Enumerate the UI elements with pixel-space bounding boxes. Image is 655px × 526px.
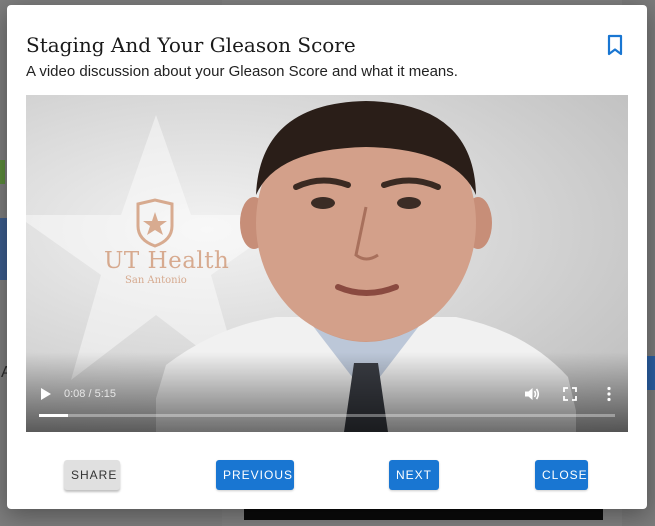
video-time: 0:08 / 5:15 (64, 388, 116, 400)
video-progress-fill (39, 414, 68, 417)
background-accent-green (0, 160, 5, 184)
video-progress-bar[interactable] (39, 414, 615, 417)
bookmark-icon[interactable] (605, 33, 625, 57)
previous-button[interactable]: PREVIOUS (216, 460, 294, 490)
video-modal: Staging And Your Gleason Score A video d… (7, 5, 647, 509)
close-button[interactable]: CLOSE (535, 460, 588, 490)
video-player[interactable]: UT Health San Antonio 0:08 / 5:15 (26, 95, 628, 432)
modal-subtitle: A video discussion about your Gleason Sc… (26, 63, 458, 80)
play-icon[interactable] (40, 387, 52, 401)
more-vert-icon[interactable] (606, 386, 612, 402)
volume-icon[interactable] (524, 386, 540, 402)
fullscreen-icon[interactable] (563, 387, 577, 401)
modal-title: Staging And Your Gleason Score (26, 33, 356, 57)
share-button[interactable]: SHARE (64, 460, 120, 490)
next-button[interactable]: NEXT (389, 460, 439, 490)
